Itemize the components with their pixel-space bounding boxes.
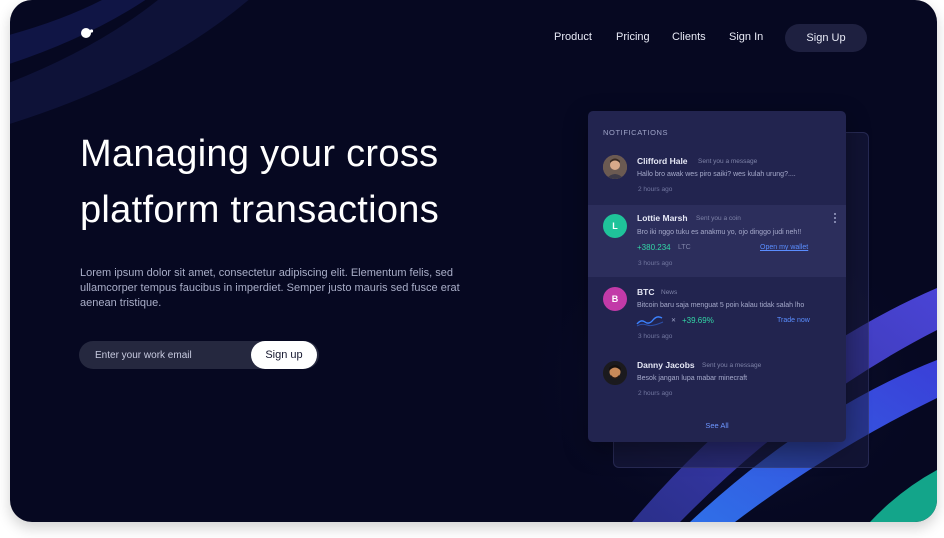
notifications-header: NOTIFICATIONS: [603, 128, 669, 137]
notification-meta: News: [661, 289, 678, 296]
notification-sender: Danny Jacobs: [637, 360, 695, 370]
nav-pricing-link[interactable]: Pricing: [616, 31, 650, 43]
signup-button[interactable]: Sign Up: [785, 24, 867, 52]
notification-time: 2 hours ago: [638, 186, 673, 193]
hero-description: Lorem ipsum dolor sit amet, consectetur …: [80, 267, 460, 309]
landing-page: Product Pricing Clients Sign In Sign Up …: [10, 0, 937, 522]
hero-title-line-1: Managing your cross: [80, 133, 439, 175]
notification-message: Bitcoin baru saja menguat 5 poin kalau t…: [637, 302, 805, 309]
avatar: L: [603, 214, 627, 238]
notification-time: 2 hours ago: [638, 390, 673, 397]
nav-signin-link[interactable]: Sign In: [729, 31, 763, 43]
trend-sparkline-icon: [636, 316, 664, 327]
notification-sender: BTC: [637, 287, 655, 297]
notification-sender: Clifford Hale: [637, 156, 688, 166]
email-signup-form: Sign up: [79, 341, 319, 369]
email-signup-button[interactable]: Sign up: [251, 341, 317, 369]
notification-message: Hallo bro awak wes piro saiki? wes kulah…: [637, 171, 796, 178]
notification-message: Bro iki nggo tuku es anakmu yo, ojo ding…: [637, 229, 802, 236]
trade-now-link[interactable]: Trade now: [777, 317, 810, 324]
avatar: B: [603, 287, 627, 311]
notification-time: 3 hours ago: [638, 260, 673, 267]
more-options-icon[interactable]: [833, 213, 837, 227]
notification-meta: Sent you a message: [702, 362, 762, 369]
notifications-panel: NOTIFICATIONS Clifford Hale Sent you a m…: [588, 111, 846, 442]
price-change: +39.69%: [682, 316, 714, 325]
notification-item[interactable]: L Lottie Marsh Sent you a coin Bro iki n…: [588, 205, 846, 277]
nav-product-link[interactable]: Product: [554, 31, 592, 43]
coin-unit: LTC: [678, 244, 691, 251]
coin-amount: +380.234: [637, 243, 671, 252]
see-all-link[interactable]: See All: [588, 421, 846, 430]
notification-message: Besok jangan lupa mabar minecraft: [637, 375, 748, 382]
trend-up-icon: ✕: [671, 318, 677, 324]
notification-item[interactable]: B BTC News Bitcoin baru saja menguat 5 p…: [588, 277, 846, 351]
avatar: [603, 155, 627, 179]
hero-title: Managing your cross platform transaction…: [80, 126, 520, 238]
open-wallet-link[interactable]: Open my wallet: [760, 244, 808, 251]
email-input[interactable]: [79, 341, 251, 369]
notification-item[interactable]: Danny Jacobs Sent you a message Besok ja…: [588, 351, 846, 411]
hero-title-line-2: platform transactions: [80, 189, 440, 231]
notification-item[interactable]: Clifford Hale Sent you a message Hallo b…: [588, 149, 846, 205]
notification-time: 3 hours ago: [638, 333, 673, 340]
nav-clients-link[interactable]: Clients: [672, 31, 706, 43]
avatar: [603, 361, 627, 385]
notification-meta: Sent you a message: [698, 158, 758, 165]
top-navigation: Product Pricing Clients Sign In Sign Up: [10, 24, 937, 52]
notification-sender: Lottie Marsh: [637, 213, 688, 223]
notification-meta: Sent you a coin: [696, 215, 741, 222]
